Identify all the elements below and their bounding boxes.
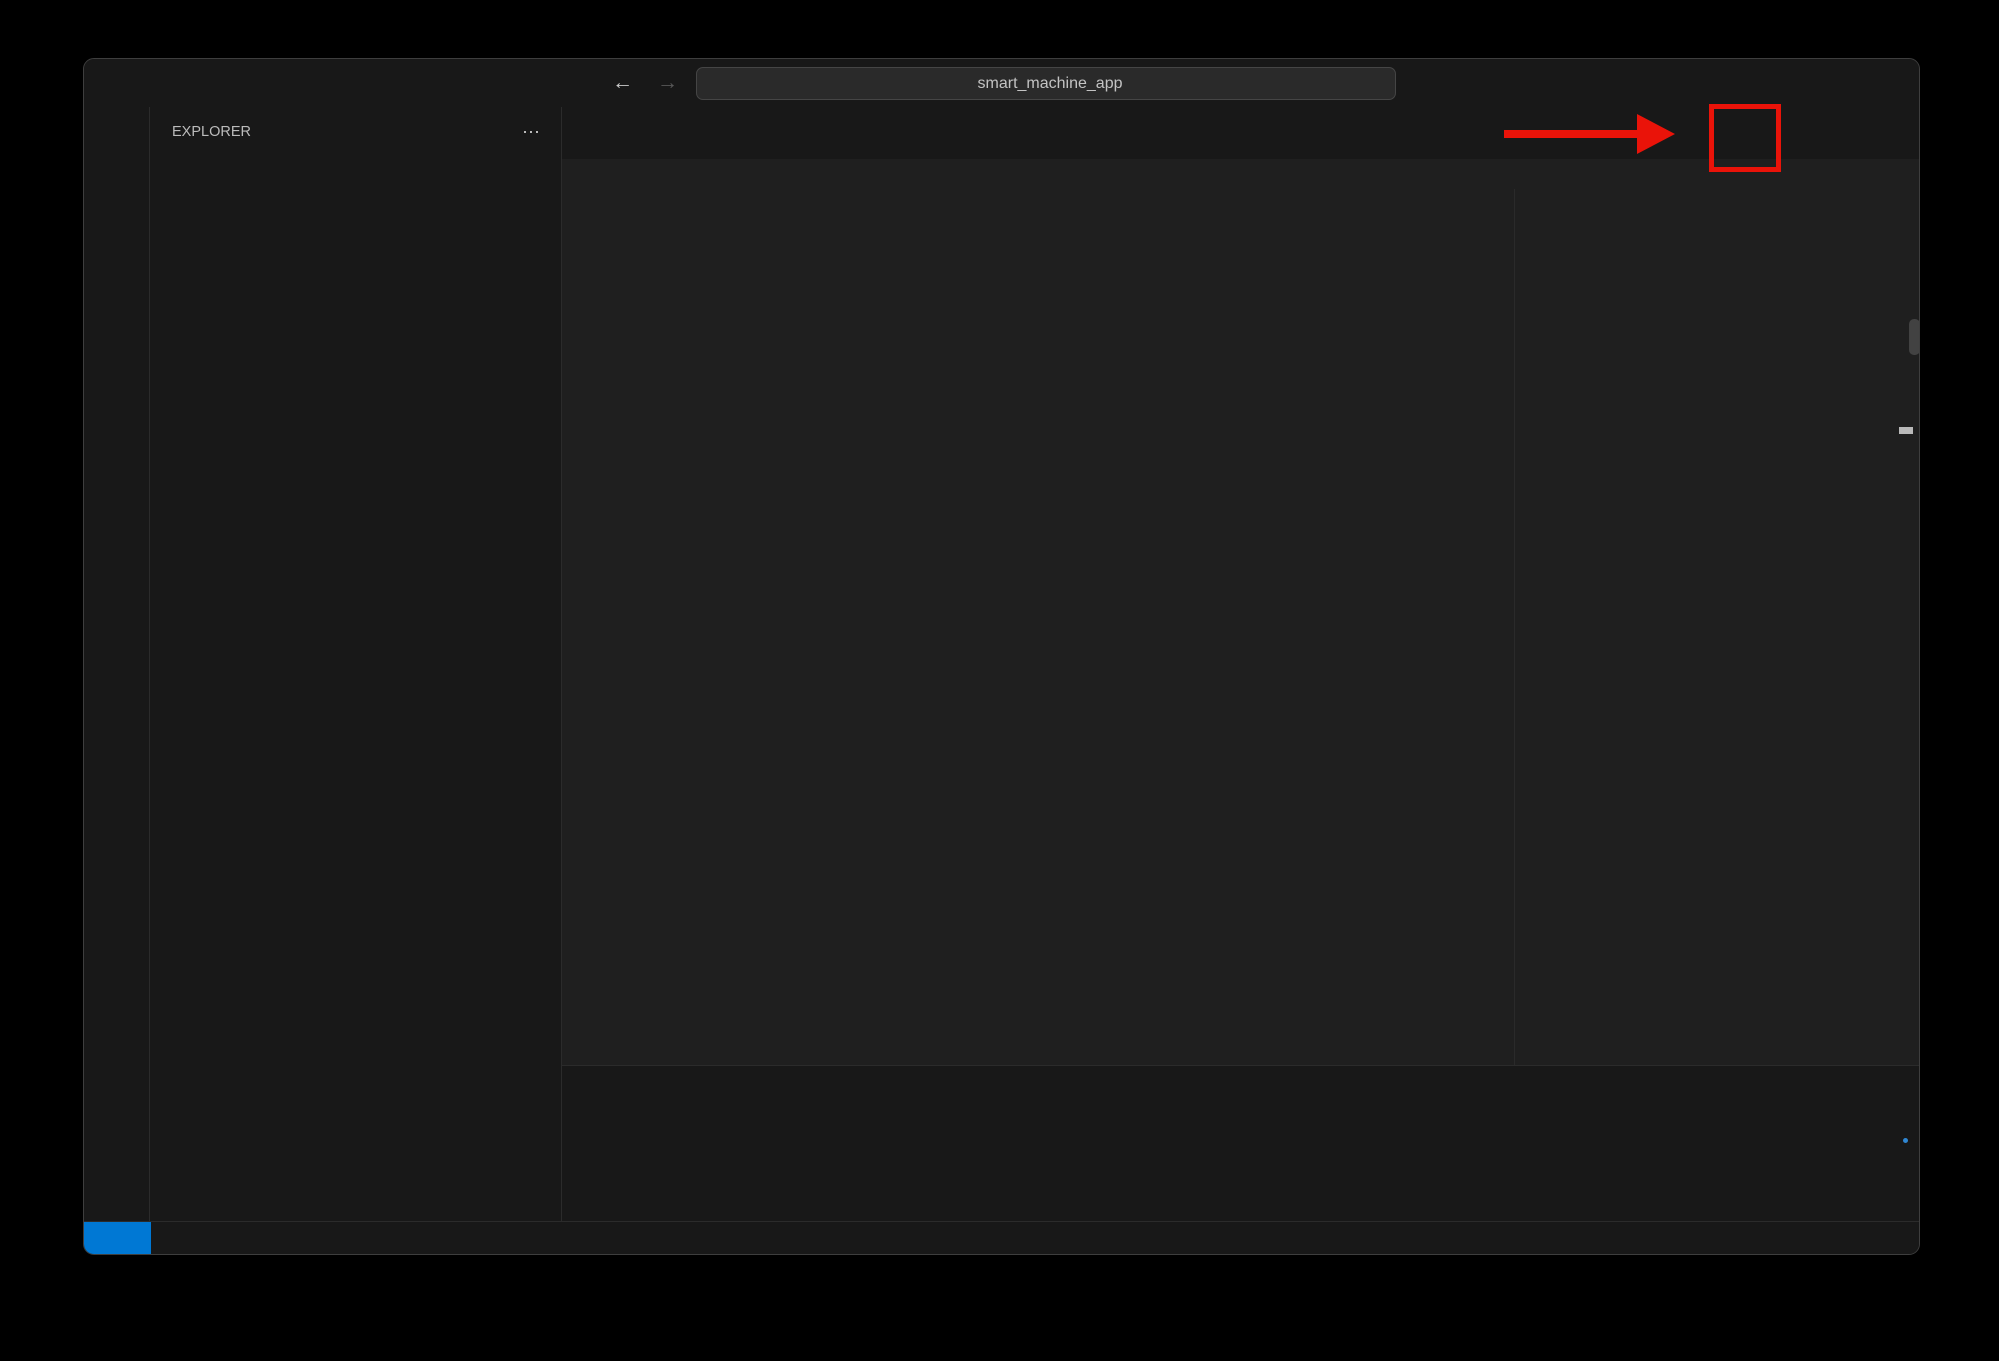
sidebar-title: EXPLORER (172, 124, 251, 140)
terminal-scroll-indicator (1903, 1138, 1908, 1143)
annotation-highlight-box (1709, 104, 1781, 172)
titlebar: ← → smart_machine_app (84, 59, 1919, 107)
project-root-header[interactable] (150, 189, 561, 221)
overview-cursor-marker (1899, 427, 1913, 434)
back-arrow-icon[interactable]: ← (612, 71, 633, 95)
close-window-button[interactable] (106, 76, 120, 90)
annotation-arrow-shaft (1504, 130, 1638, 138)
activity-bar (84, 107, 150, 1221)
editor-group (562, 107, 1919, 1221)
forward-arrow-icon[interactable]: → (657, 71, 678, 95)
command-center-search[interactable]: smart_machine_app (696, 67, 1396, 100)
code-editor[interactable] (562, 189, 1919, 1065)
zoom-window-button[interactable] (154, 76, 168, 90)
status-bar (84, 1221, 1919, 1254)
explorer-sidebar: EXPLORER ⋯ (150, 107, 562, 1221)
minimize-window-button[interactable] (130, 76, 144, 90)
explorer-more-actions-icon[interactable]: ⋯ (522, 122, 541, 143)
open-editors-header[interactable] (150, 157, 561, 189)
remote-indicator[interactable] (84, 1222, 151, 1254)
search-value: smart_machine_app (978, 75, 1123, 93)
editor-ruler (1514, 189, 1515, 1065)
annotation-arrow-head (1637, 114, 1675, 154)
bottom-panel (562, 1065, 1919, 1221)
traffic-lights (106, 76, 168, 90)
editor-scrollbar[interactable] (1909, 319, 1919, 355)
history-nav: ← → (612, 59, 678, 107)
vscode-window: ← → smart_machine_app EXPLORER ⋯ (83, 58, 1920, 1255)
